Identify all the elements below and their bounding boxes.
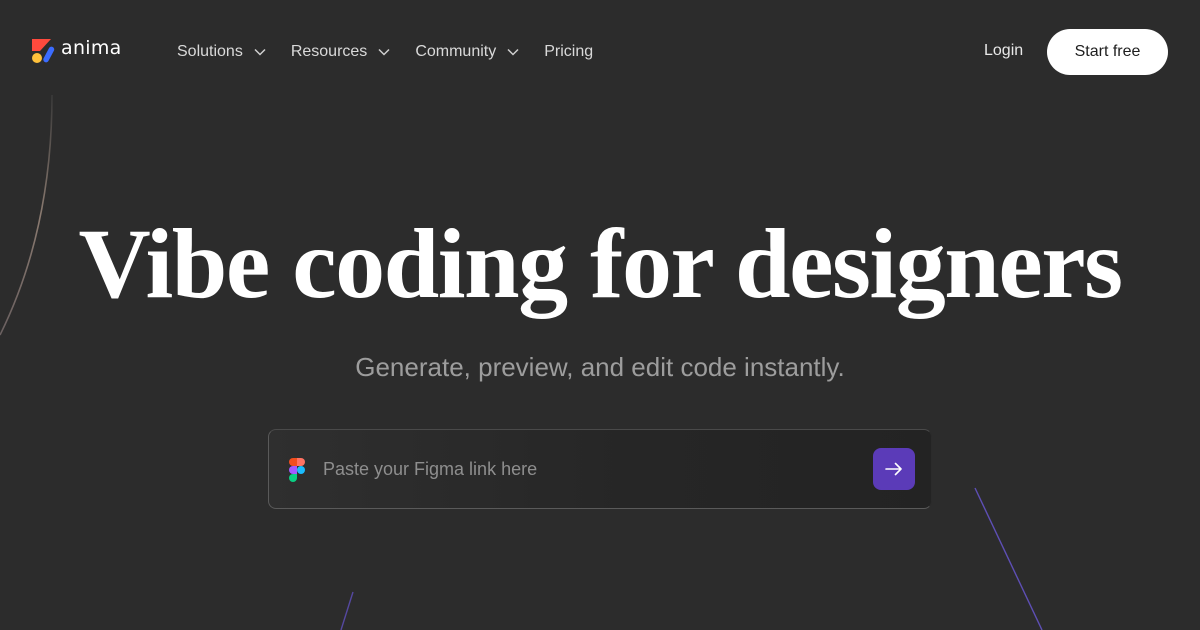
arrow-right-icon xyxy=(885,462,902,476)
brand-logo[interactable]: anima xyxy=(31,37,122,65)
figma-icon xyxy=(289,458,305,482)
menu-item-label: Resources xyxy=(290,43,368,60)
chevron-down-icon xyxy=(378,48,390,56)
hero-title: Vibe coding for designers xyxy=(78,208,1123,319)
hero-subtitle: Generate, preview, and edit code instant… xyxy=(355,352,845,382)
anima-logo-icon xyxy=(32,39,55,63)
menu-item-pricing[interactable]: Pricing xyxy=(544,43,593,61)
brand-name: anima xyxy=(61,37,122,59)
menu-item-label: Solutions xyxy=(177,43,243,60)
menu-item-label: Pricing xyxy=(544,43,594,60)
decor-line-right xyxy=(974,487,1043,630)
figma-link-input[interactable] xyxy=(323,450,863,488)
figma-link-form xyxy=(268,429,932,509)
menu-item-community[interactable]: Community xyxy=(415,43,519,61)
menu-item-resources[interactable]: Resources xyxy=(291,43,390,61)
decor-line-left xyxy=(340,591,354,630)
menu-item-solutions[interactable]: Solutions xyxy=(177,43,266,61)
main-menu: Solutions Resources Community Pricing xyxy=(177,40,618,64)
chevron-down-icon xyxy=(254,48,266,56)
submit-link-button[interactable] xyxy=(873,448,915,490)
top-navigation: anima Solutions Resources Community Pric… xyxy=(0,0,1200,104)
menu-item-label: Community xyxy=(415,43,497,60)
login-link[interactable]: Login xyxy=(984,42,1023,60)
chevron-down-icon xyxy=(507,48,519,56)
start-free-button[interactable]: Start free xyxy=(1047,29,1168,75)
